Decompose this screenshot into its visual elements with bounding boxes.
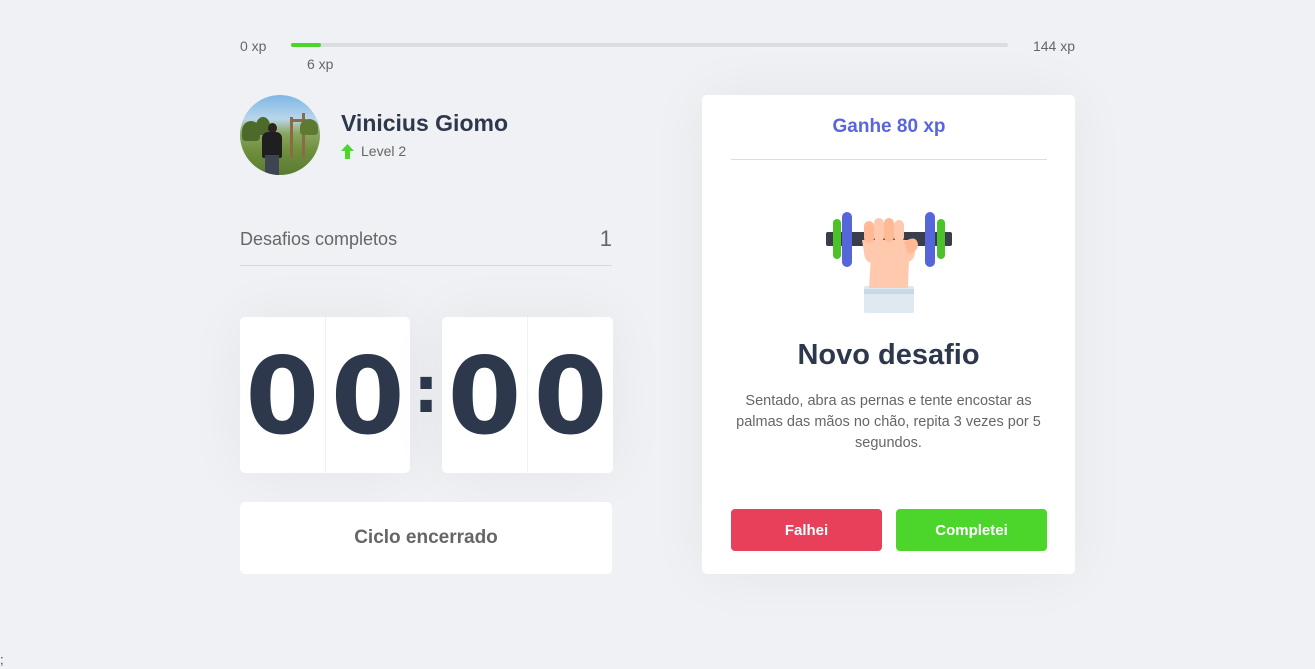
countdown-minutes: 0 0 [240, 317, 410, 473]
xp-current-label: 6 xp [307, 56, 334, 72]
minute-units-digit: 0 [330, 335, 405, 458]
profile: Vinicius Giomo Level 2 [240, 95, 612, 175]
completed-challenges-label: Desafios completos [240, 229, 398, 249]
dumbbell-body-icon [826, 212, 952, 313]
xp-track [291, 43, 1008, 47]
minute-tens-digit: 0 [240, 317, 326, 473]
failed-button[interactable]: Falhei [731, 509, 882, 551]
experience-bar: 0 xp 6 xp 144 xp [240, 36, 1075, 76]
level-up-arrow-icon [341, 143, 354, 159]
challenge-title: Novo desafio [797, 339, 980, 371]
second-units-digit: 0 [533, 335, 608, 458]
challenge-reward: Ganhe 80 xp [731, 95, 1047, 160]
challenge-description: Sentado, abra as pernas e tente encostar… [736, 393, 1041, 451]
level-label: Level 2 [361, 143, 407, 159]
profile-name: Vinicius Giomo [341, 110, 508, 136]
xp-progress-fill [291, 43, 321, 47]
completed-button[interactable]: Completei [896, 509, 1047, 551]
completed-challenges-count: 1 [599, 226, 612, 251]
second-tens-digit: 0 [442, 317, 528, 473]
countdown: 0 0 : 0 0 [240, 317, 613, 473]
cycle-ended-button[interactable]: Ciclo encerrado [240, 502, 612, 574]
profile-level: Level 2 [341, 143, 406, 159]
completed-challenges: Desafios completos 1 [240, 224, 612, 266]
xp-min-label: 0 xp [240, 38, 267, 54]
countdown-seconds: 0 0 [442, 317, 613, 473]
xp-max-label: 144 xp [1032, 38, 1075, 54]
stray-text: ; [0, 652, 4, 667]
avatar [240, 95, 320, 175]
countdown-separator: : [413, 354, 439, 428]
challenge-card: Ganhe 80 xp Novo desafio Sentado, abra a… [702, 95, 1075, 574]
